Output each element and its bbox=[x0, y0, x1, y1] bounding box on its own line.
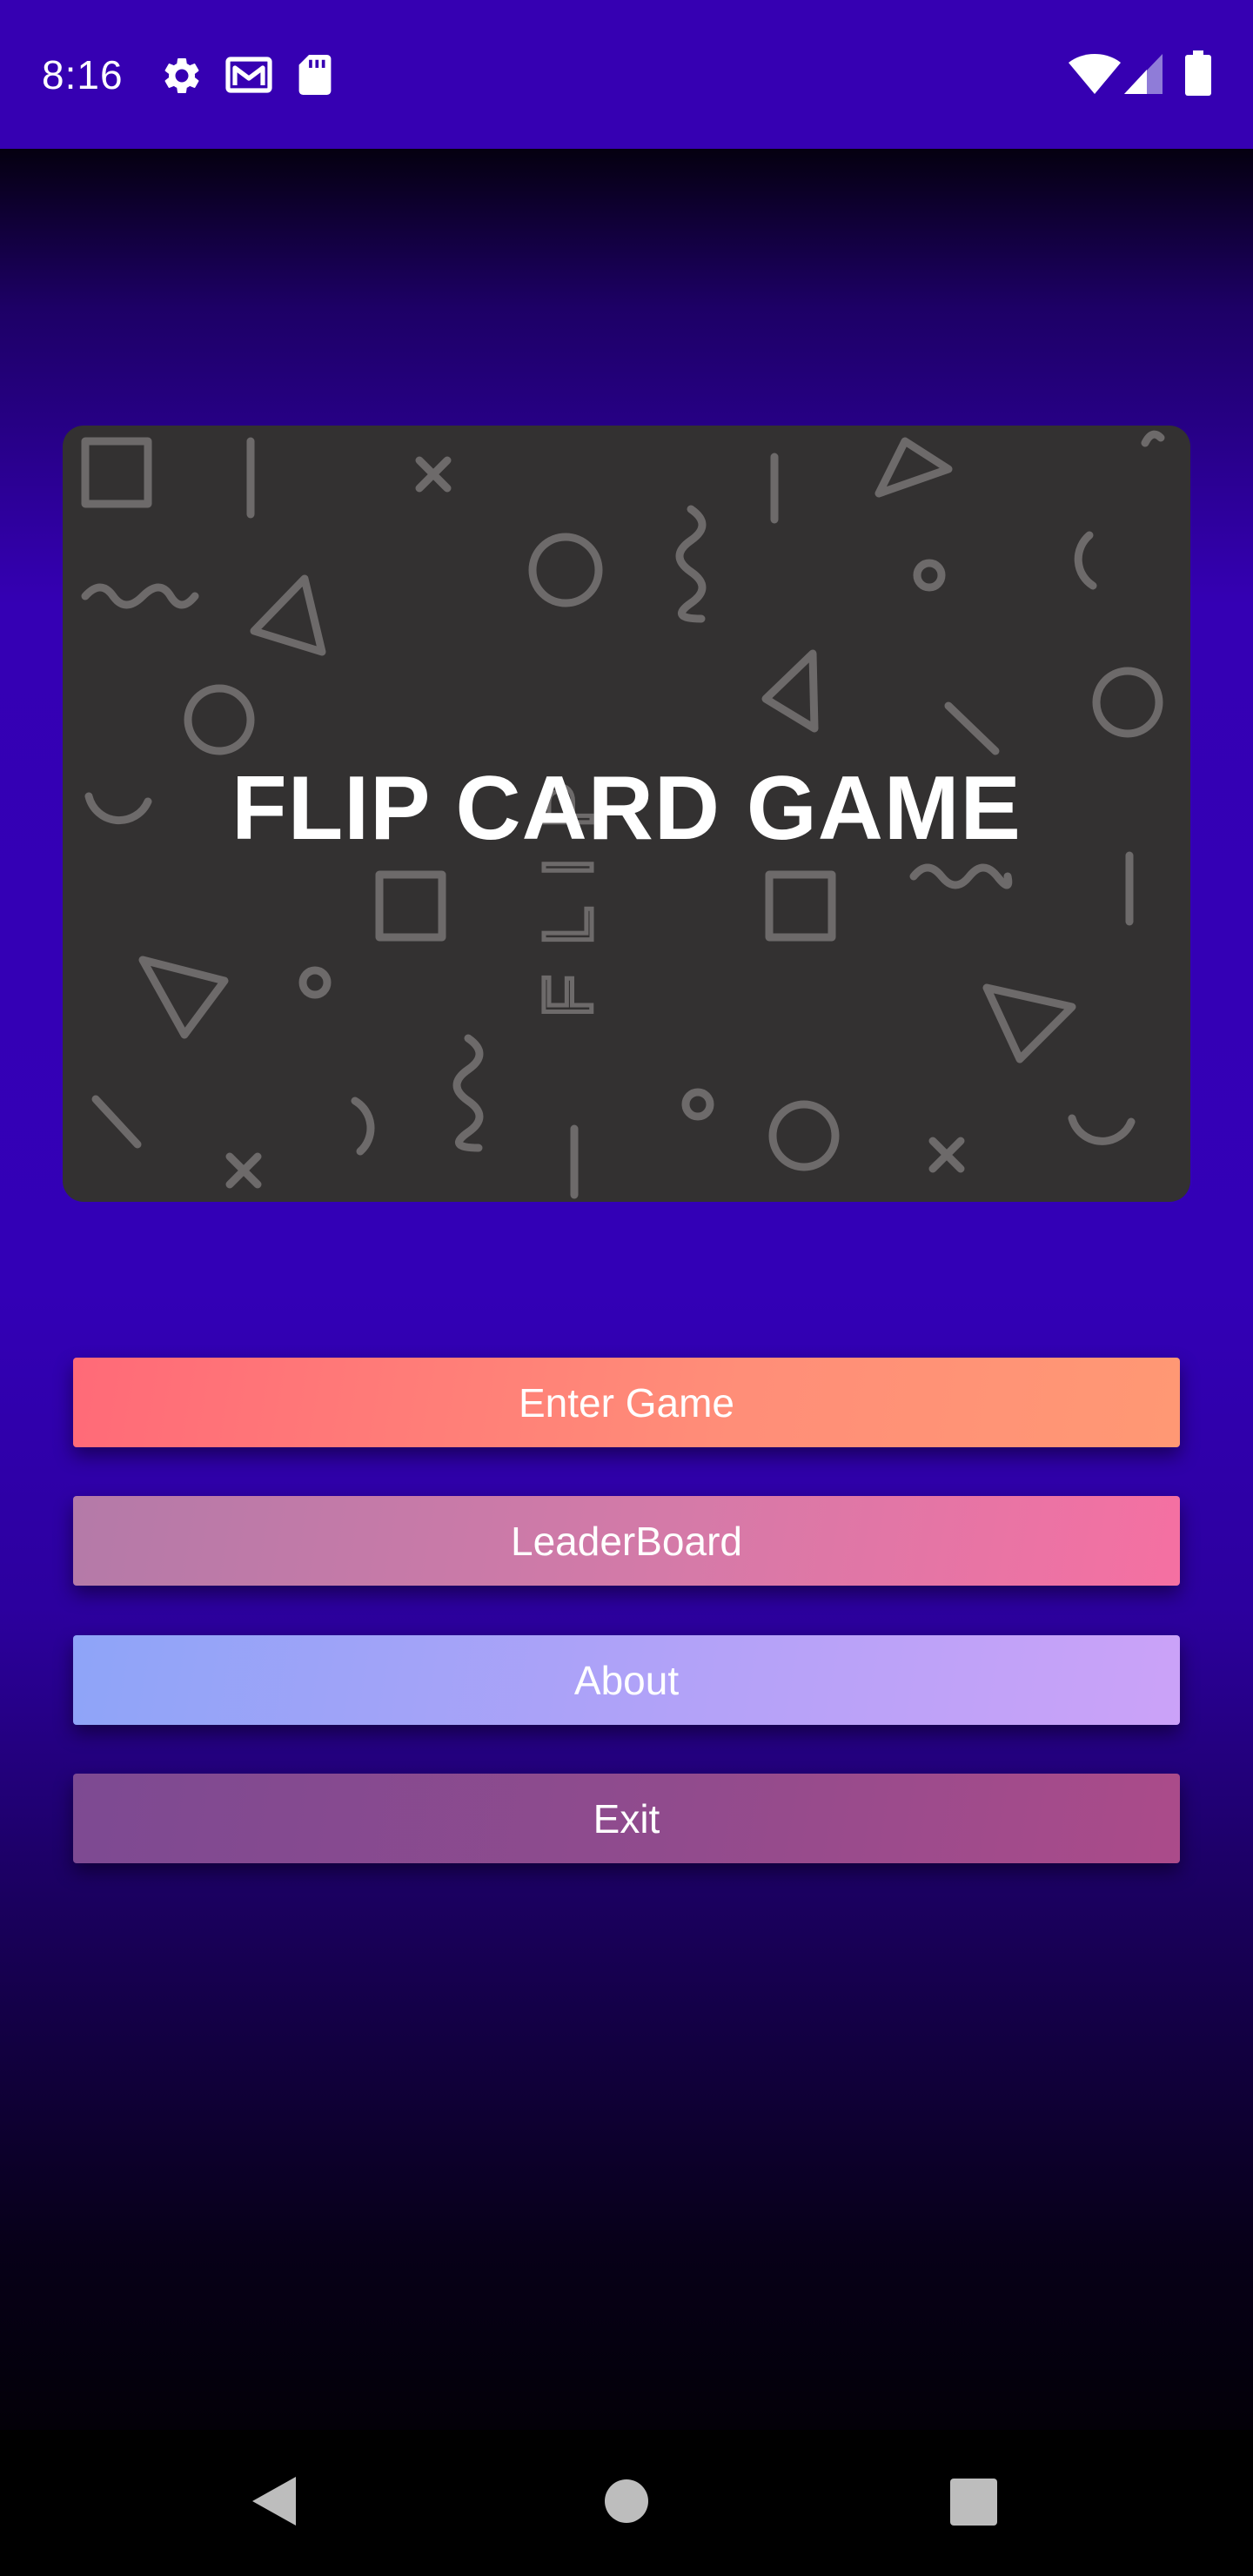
gmail-icon bbox=[224, 54, 273, 100]
cell-signal-icon bbox=[1124, 54, 1163, 98]
main-screen: FLIP FLIP CARD GAME Enter Game LeaderBoa… bbox=[0, 149, 1253, 2430]
gear-icon bbox=[160, 54, 204, 102]
game-title: FLIP CARD GAME bbox=[231, 758, 1022, 859]
home-icon[interactable] bbox=[604, 2479, 649, 2528]
navigation-bar bbox=[0, 2430, 1253, 2576]
sd-card-icon bbox=[298, 55, 332, 99]
status-bar: 8:16 bbox=[0, 0, 1253, 149]
enter-game-button[interactable]: Enter Game bbox=[73, 1358, 1180, 1447]
exit-button[interactable]: Exit bbox=[73, 1774, 1180, 1863]
wifi-icon bbox=[1069, 54, 1121, 98]
back-icon[interactable] bbox=[247, 2473, 299, 2533]
battery-icon bbox=[1185, 50, 1211, 100]
status-time: 8:16 bbox=[42, 52, 124, 97]
leaderboard-button[interactable]: LeaderBoard bbox=[73, 1496, 1180, 1586]
about-button[interactable]: About bbox=[73, 1635, 1180, 1725]
recents-icon[interactable] bbox=[950, 2479, 997, 2530]
title-card: FLIP FLIP CARD GAME bbox=[63, 426, 1190, 1202]
